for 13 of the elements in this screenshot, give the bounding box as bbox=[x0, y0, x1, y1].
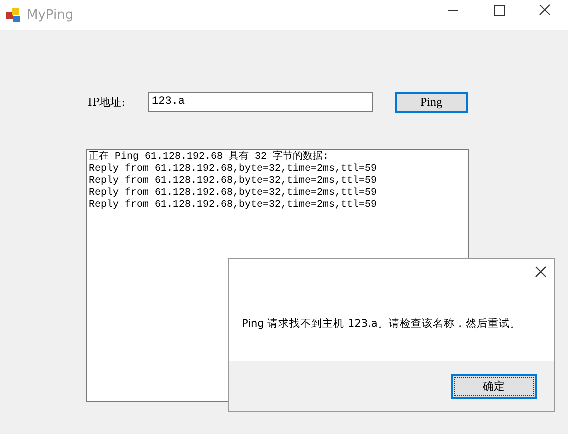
close-icon[interactable] bbox=[535, 266, 547, 278]
output-line: Reply from 61.128.192.68,byte=32,time=2ms,ttl=59 bbox=[89, 176, 378, 188]
ping-button[interactable]: Ping bbox=[395, 92, 468, 112]
output-line: Reply from 61.128.192.68,byte=32,time=2ms,ttl=59 bbox=[89, 164, 378, 176]
ip-input-field[interactable]: 123.a bbox=[148, 92, 373, 112]
ip-label: IP地址: bbox=[88, 94, 126, 110]
output-line: Reply from 61.128.192.68,byte=32,time=2ms,ttl=59 bbox=[89, 200, 378, 212]
error-message: Ping 请求找不到主机 123.a。请检查该名称，然后重试。 bbox=[242, 317, 521, 331]
ok-button[interactable]: 确定 bbox=[451, 374, 537, 398]
window-title: MyPing bbox=[27, 8, 74, 22]
output-line: Reply from 61.128.192.68,byte=32,time=2ms,ttl=59 bbox=[89, 188, 378, 200]
app-icon bbox=[5, 7, 21, 23]
output-line: 正在 Ping 61.128.192.68 具有 32 字节的数据: bbox=[89, 152, 330, 164]
